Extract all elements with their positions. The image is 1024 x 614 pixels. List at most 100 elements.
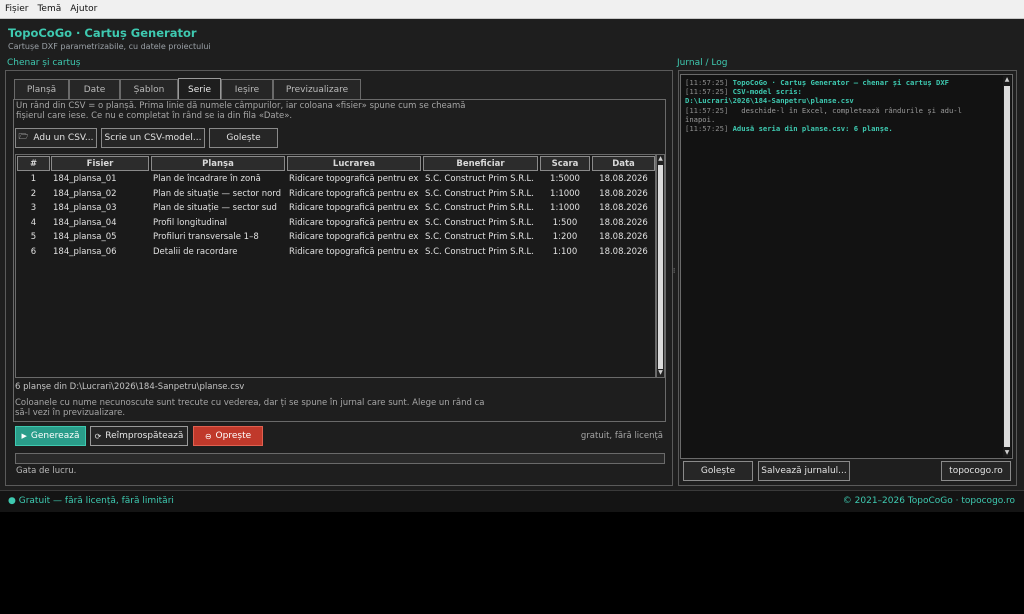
log-line: [11:57:25] TopoCoGo · Cartuș Generator —… xyxy=(685,78,949,87)
folder-icon: 🗁 xyxy=(18,132,29,141)
row-plansa-cell: Plan de situație — sector sud xyxy=(153,203,277,213)
website-button[interactable]: topocogo.ro xyxy=(941,461,1011,481)
log-message: înapoi. xyxy=(685,114,716,124)
log-scrollbar[interactable]: ▲ ▼ xyxy=(1003,76,1011,457)
row-plansa-cell: Detalii de racordare xyxy=(153,246,238,257)
table-row[interactable]: 3 184_plansa_03 Plan de situație — sector … xyxy=(16,201,657,216)
clear-log-button[interactable]: Golește xyxy=(683,461,753,481)
row-plansa-cell: Plan de încadrare în zonă xyxy=(153,174,261,184)
row-fisier-cell: 184_plansa_06 xyxy=(53,246,117,257)
log-scroll-up-icon[interactable]: ▲ xyxy=(1003,76,1011,84)
csv-hint-line-1: Un rând din CSV = o planșă. Prima linie … xyxy=(16,101,466,111)
row-lucrarea-cell: Ridicare topografică pentru ex xyxy=(289,188,419,199)
row-data-cell: 18.08.2026 xyxy=(599,232,648,242)
log-message: deschide-l în Excel, completează rânduri… xyxy=(732,105,962,115)
table-row[interactable]: 5 184_plansa_05 Profiluri transversale 1–8… xyxy=(16,230,657,245)
row-fisier-cell: 184_plansa_04 xyxy=(53,217,117,228)
menu-help[interactable]: Ajutor xyxy=(66,4,101,14)
row-beneficiar-cell: S.C. Construct Prim S.R.L. xyxy=(425,188,534,199)
progress-bar xyxy=(15,453,665,464)
row-lucrarea-cell: Ridicare topografică pentru ex xyxy=(289,232,419,242)
table-row[interactable]: 4 184_plansa_04 Profil longitudinal Ridicar… xyxy=(16,216,657,231)
row-lucrarea-cell: Ridicare topografică pentru ex xyxy=(289,203,419,213)
status-bar-right: © 2021–2026 TopoCoGo · topocogo.ro xyxy=(842,496,1015,506)
load-csv-label: Adu un CSV... xyxy=(33,133,94,143)
generate-button[interactable]: ▶ Generează xyxy=(15,426,86,446)
col-header-scara[interactable]: Scara xyxy=(540,156,590,171)
refresh-icon: ⟳ xyxy=(94,431,102,441)
status-dot-icon: ● xyxy=(8,496,16,506)
tab-date[interactable]: Date xyxy=(69,79,120,99)
status-bar-left: ● Gratuit — fără licență, fără limitări xyxy=(8,496,174,506)
log-textarea[interactable]: [11:57:25] TopoCoGo · Cartuș Generator —… xyxy=(680,74,1013,459)
row-index-cell: 3 xyxy=(30,203,37,213)
log-message: CSV-model scris: xyxy=(732,87,802,97)
row-beneficiar-cell: S.C. Construct Prim S.R.L. xyxy=(425,174,534,184)
col-header-fisier[interactable]: Fisier xyxy=(51,156,149,171)
menu-file[interactable]: Fișier xyxy=(1,4,32,14)
left-section-label: Chenar și cartuș xyxy=(7,58,81,68)
row-fisier-cell: 184_plansa_03 xyxy=(53,203,117,213)
refresh-label: Reîmprospătează xyxy=(105,431,184,441)
col-header-plansa[interactable]: Planșa xyxy=(151,156,285,171)
scroll-up-icon[interactable]: ▲ xyxy=(657,155,664,163)
row-lucrarea-cell: Ridicare topografică pentru ex xyxy=(289,246,419,257)
app-subtitle: Cartușe DXF parametrizabile, cu datele p… xyxy=(8,42,211,51)
tab-previzualizare[interactable]: Previzualizare xyxy=(273,79,361,99)
save-log-button[interactable]: Salvează jurnalul... xyxy=(758,461,850,481)
stop-icon: ⊖ xyxy=(204,431,212,441)
col-header-index[interactable]: # xyxy=(17,156,50,171)
row-lucrarea-cell: Ridicare topografică pentru ex xyxy=(289,217,419,228)
log-timestamp: [11:57:25] xyxy=(685,105,729,115)
table-row[interactable]: 6 184_plansa_06 Detalii de racordare Ridica… xyxy=(16,245,657,260)
tab-plansa[interactable]: Planșă xyxy=(14,79,69,99)
scroll-down-icon[interactable]: ▼ xyxy=(657,369,664,377)
log-scroll-down-icon[interactable]: ▼ xyxy=(1003,449,1011,457)
refresh-button[interactable]: ⟳ Reîmprospătează xyxy=(90,426,188,446)
load-csv-button[interactable]: 🗁 Adu un CSV... xyxy=(15,128,97,148)
menu-theme[interactable]: Temă xyxy=(33,4,65,14)
row-data-cell: 18.08.2026 xyxy=(599,188,648,199)
app-title: TopoCoGo · Cartuș Generator xyxy=(8,26,197,40)
col-header-data[interactable]: Data xyxy=(592,156,655,171)
row-scara-cell: 1:200 xyxy=(552,232,578,242)
splitter-handle[interactable]: ⁞ xyxy=(673,267,678,275)
log-line: [11:57:25] deschide-l în Excel, complete… xyxy=(685,106,962,115)
row-index-cell: 6 xyxy=(30,246,37,257)
table-scrollbar-thumb[interactable] xyxy=(658,165,663,369)
col-header-lucrarea[interactable]: Lucrarea xyxy=(287,156,421,171)
row-plansa-cell: Plan de situație — sector nord xyxy=(153,188,282,199)
log-scrollbar-thumb[interactable] xyxy=(1004,86,1010,447)
table-scrollbar[interactable]: ▲ ▼ xyxy=(656,154,665,378)
status-bar-left-text: Gratuit — fără licență, fără limitări xyxy=(18,496,174,506)
tab-sablon[interactable]: Șablon xyxy=(120,79,178,99)
row-beneficiar-cell: S.C. Construct Prim S.R.L. xyxy=(425,246,534,257)
csv-source-info: 6 planșe din D:\Lucrari\2026\184-Sanpetr… xyxy=(15,382,245,392)
row-scara-cell: 1:5000 xyxy=(550,174,580,184)
row-beneficiar-cell: S.C. Construct Prim S.R.L. xyxy=(425,203,534,213)
columns-hint-line-2: să-l vezi în previzualizare. xyxy=(15,408,126,418)
table-row[interactable]: 2 184_plansa_02 Plan de situație — sector … xyxy=(16,187,657,202)
col-header-beneficiar[interactable]: Beneficiar xyxy=(423,156,538,171)
row-lucrarea-cell: Ridicare topografică pentru ex xyxy=(289,174,419,184)
stop-label: Oprește xyxy=(215,431,252,441)
stop-button[interactable]: ⊖ Oprește xyxy=(193,426,263,446)
license-note: gratuit, fără licență xyxy=(580,431,663,441)
log-line: [11:57:25] CSV-model scris: xyxy=(685,87,802,96)
row-fisier-cell: 184_plansa_05 xyxy=(53,232,117,242)
status-text: Gata de lucru. xyxy=(16,466,77,476)
log-message: D:\Lucrari\2026\184-Sanpetru\planse.csv xyxy=(685,96,854,106)
row-scara-cell: 1:1000 xyxy=(550,203,580,213)
tab-iesire[interactable]: Ieșire xyxy=(221,79,273,99)
log-timestamp: [11:57:25] xyxy=(685,87,729,97)
clear-series-button[interactable]: Golește xyxy=(209,128,278,148)
row-beneficiar-cell: S.C. Construct Prim S.R.L. xyxy=(425,232,534,242)
row-plansa-cell: Profil longitudinal xyxy=(153,217,228,228)
row-data-cell: 18.08.2026 xyxy=(599,203,648,213)
table-row[interactable]: 1 184_plansa_01 Plan de încadrare în zonă R… xyxy=(16,172,657,187)
columns-hint-line-1: Coloanele cu nume necunoscute sunt trecu… xyxy=(15,398,485,408)
tab-serie[interactable]: Serie xyxy=(178,78,221,100)
row-plansa-cell: Profiluri transversale 1–8 xyxy=(153,232,259,242)
write-csv-template-button[interactable]: Scrie un CSV-model... xyxy=(101,128,205,148)
series-table[interactable]: # Fisier Planșa Lucrarea Beneficiar Scar… xyxy=(15,154,656,378)
